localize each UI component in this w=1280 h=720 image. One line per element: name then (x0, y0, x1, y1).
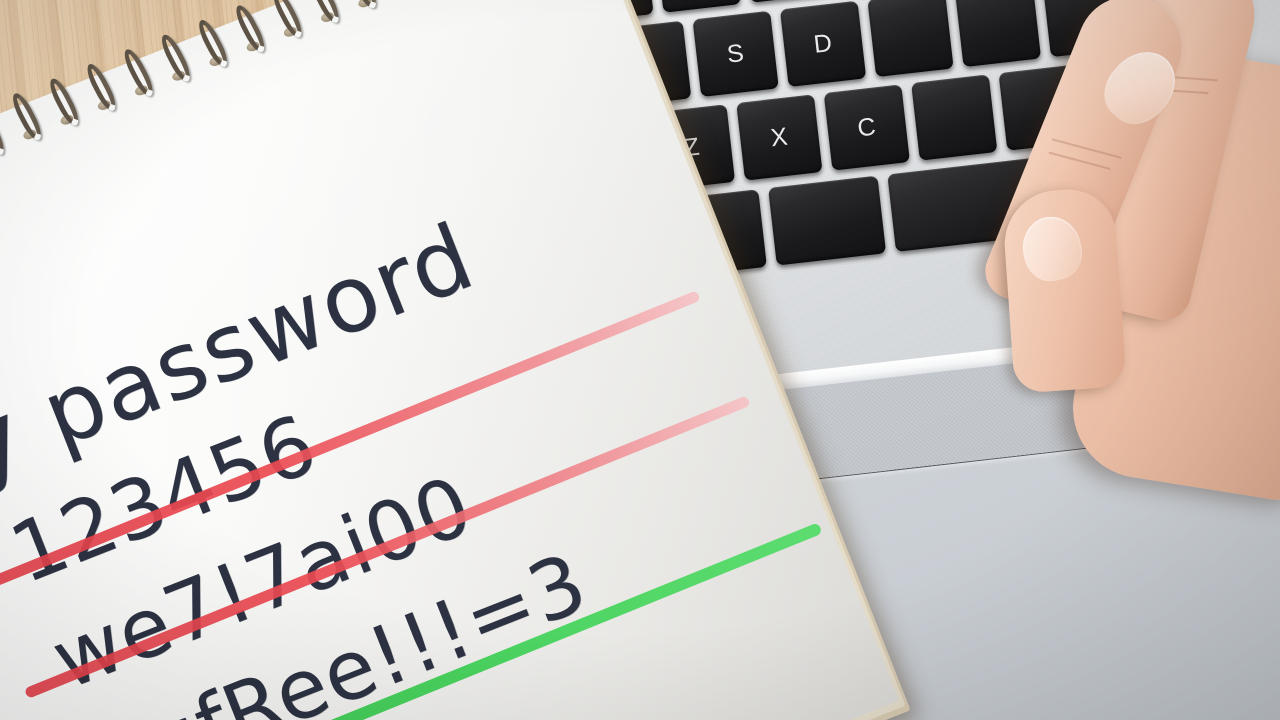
key-command[interactable] (768, 175, 887, 266)
key-d-label: D (812, 28, 834, 59)
key-c-label: C (855, 112, 878, 142)
key-c[interactable]: C (823, 84, 910, 171)
finger-thumb (1001, 186, 1127, 394)
key-e[interactable]: E (742, 0, 829, 3)
key-f[interactable] (867, 0, 954, 78)
spiral-coil (157, 31, 195, 85)
spiral-coil (194, 16, 232, 70)
spiral-coil (306, 0, 344, 26)
key-w[interactable]: W (654, 0, 742, 13)
thumbnail (1017, 211, 1088, 287)
spiral-coil (8, 90, 46, 144)
spiral-coil (343, 0, 381, 12)
typing-hand (976, 0, 1280, 509)
photo-scene: tab Q W E R T Y caps l (0, 0, 1280, 720)
spiral-coil (82, 60, 121, 114)
spiral-coil (268, 0, 307, 41)
spiral-coil (120, 46, 158, 100)
spiral-coil (231, 2, 269, 56)
key-s-label: S (725, 38, 746, 69)
spiral-coil (0, 104, 9, 158)
key-v[interactable] (911, 74, 998, 161)
spiral-coil (45, 75, 83, 129)
key-x[interactable]: X (736, 94, 823, 181)
knuckle-crease (1048, 151, 1111, 171)
key-d[interactable]: D (779, 0, 867, 88)
key-x-label: X (769, 122, 790, 152)
key-s[interactable]: S (692, 10, 779, 98)
